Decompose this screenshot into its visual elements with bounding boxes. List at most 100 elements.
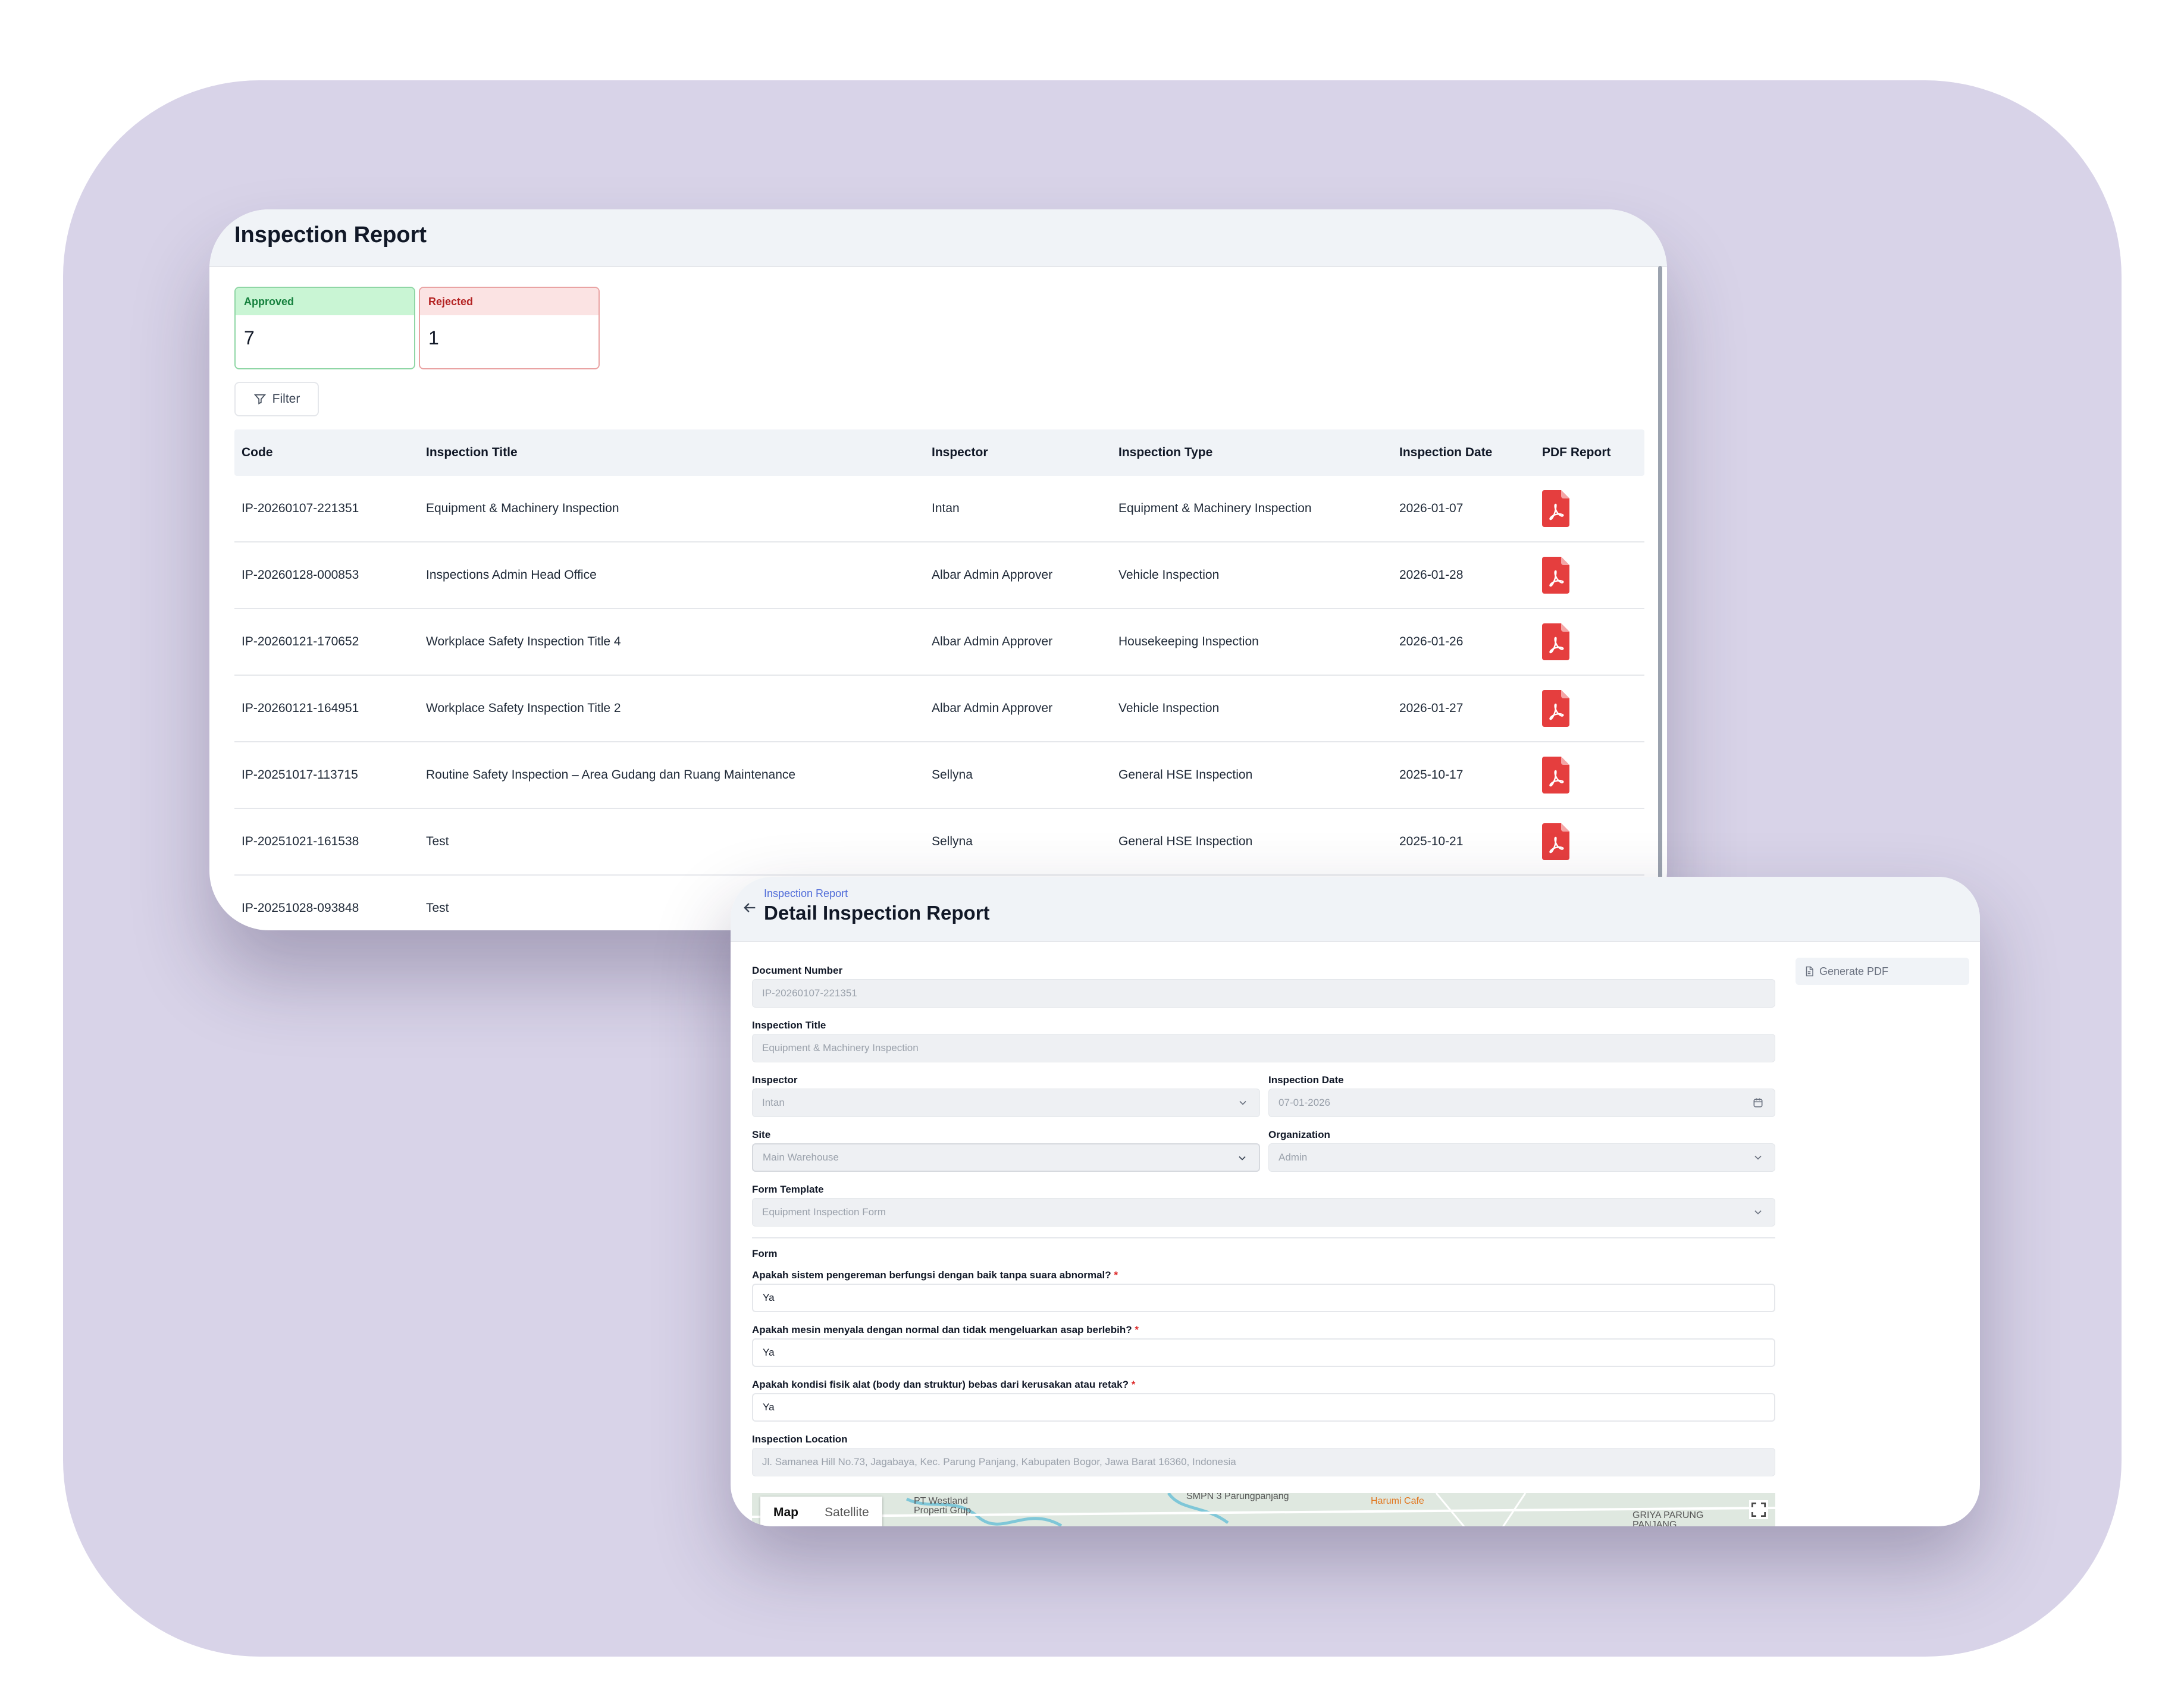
inspection-date-field[interactable]: 07-01-2026 [1268,1089,1775,1117]
column-header-code[interactable]: Code [242,429,273,476]
map-tab-satellite[interactable]: Satellite [811,1497,882,1526]
map-tab-map[interactable]: Map [760,1497,811,1526]
cell-inspection-type: General HSE Inspection [1118,835,1253,848]
cell-code: IP-20251021-161538 [242,835,359,848]
fullscreen-button[interactable] [1749,1500,1768,1519]
site-select[interactable]: Main Warehouse [752,1143,1260,1172]
cell-inspection-date: 2025-10-21 [1399,835,1464,848]
inspection-location-field[interactable]: Jl. Samanea Hill No.73, Jagabaya, Kec. P… [752,1448,1775,1476]
pdf-file-icon[interactable] [1542,557,1569,594]
form-section-title: Form [752,1248,778,1259]
question-1-answer[interactable]: Ya [752,1284,1775,1312]
breadcrumb[interactable]: Inspection Report [764,887,848,900]
cell-inspection-title: Inspections Admin Head Office [426,568,597,582]
generate-pdf-label: Generate PDF [1819,965,1889,977]
document-number-label: Document Number [752,965,843,976]
inspector-value: Intan [762,1097,785,1108]
pdf-file-icon[interactable] [1542,823,1569,860]
pdf-file-icon[interactable] [1542,490,1569,527]
page-header: Inspection Report [209,209,1667,267]
cell-inspection-date: 2026-01-28 [1399,568,1464,582]
table-row[interactable]: IP-20260121-164951 Workplace Safety Inspe… [234,676,1644,742]
inspector-select[interactable]: Intan [752,1089,1260,1117]
pdf-file-icon[interactable] [1542,757,1569,794]
form-template-label: Form Template [752,1184,824,1195]
site-label: Site [752,1129,771,1140]
cell-pdf-report [1542,809,1569,874]
cell-pdf-report [1542,742,1569,808]
calendar-icon[interactable] [1752,1097,1764,1109]
section-divider [752,1237,1775,1238]
page-title: Inspection Report [234,222,427,247]
chevron-down-icon [1754,1155,1762,1160]
organization-select[interactable]: Admin [1268,1143,1775,1172]
column-header-pdf-report: PDF Report [1542,446,1611,459]
question-3-text: Apakah kondisi fisik alat (body dan stru… [752,1379,1129,1390]
fullscreen-icon [1751,1503,1766,1517]
question-3-answer[interactable]: Ya [752,1393,1775,1422]
cell-inspection-type: General HSE Inspection [1118,768,1253,782]
inspection-date-value: 07-01-2026 [1279,1097,1330,1108]
cell-code: IP-20260107-221351 [242,501,359,515]
question-3-label: Apakah kondisi fisik alat (body dan stru… [752,1379,1135,1391]
table-row[interactable]: IP-20251021-161538 Test Sellyna General HSE… [234,809,1644,876]
table-row[interactable]: IP-20260121-170652 Workplace Safety Inspe… [234,609,1644,676]
column-header-inspection-date[interactable]: Inspection Date [1399,429,1492,476]
column-header-inspector[interactable]: Inspector [932,429,988,476]
required-mark: * [1114,1269,1118,1281]
cell-inspection-type: Vehicle Inspection [1118,568,1220,582]
cell-code: IP-20251017-113715 [242,768,358,782]
table-row[interactable]: IP-20260128-000853 Inspections Admin Head… [234,542,1644,609]
question-1-text: Apakah sistem pengereman berfungsi denga… [752,1269,1111,1281]
table-body: IP-20260107-221351 Equipment & Machinery … [234,476,1644,930]
cell-inspection-title: Equipment & Machinery Inspection [426,501,619,515]
cell-inspection-type: Housekeeping Inspection [1118,635,1259,648]
cell-code: IP-20251028-093848 [242,901,359,915]
cell-pdf-report [1542,676,1569,741]
filter-label: Filter [272,392,300,406]
cell-pdf-report [1542,476,1569,541]
filter-button[interactable]: Filter [234,382,319,416]
inspection-location-label: Inspection Location [752,1434,848,1445]
chevron-down-icon [1239,1156,1246,1161]
cell-inspection-type: Equipment & Machinery Inspection [1118,501,1312,515]
column-header-inspection-title[interactable]: Inspection Title [426,429,518,476]
rejected-count: 1 [428,327,439,349]
cell-inspection-type: Vehicle Inspection [1118,701,1220,715]
detail-header: Inspection Report Detail Inspection Repo… [731,877,1980,942]
table-row[interactable]: IP-20260107-221351 Equipment & Machinery … [234,476,1644,542]
generate-pdf-button[interactable]: Generate PDF [1796,958,1969,985]
table-row[interactable]: IP-20251017-113715 Routine Safety Inspect… [234,742,1644,809]
column-header-inspection-type[interactable]: Inspection Type [1118,429,1212,476]
rejected-label: Rejected [420,288,599,315]
cell-pdf-report [1542,609,1569,675]
required-mark: * [1135,1324,1139,1335]
pdf-file-icon[interactable] [1542,623,1569,660]
site-value: Main Warehouse [763,1152,839,1163]
map-place-label: PT Westland Properti Grup [914,1496,972,1516]
question-2-answer[interactable]: Ya [752,1338,1775,1367]
cell-inspection-title: Workplace Safety Inspection Title 2 [426,701,621,715]
rejected-stat-card[interactable]: Rejected 1 [419,287,600,369]
organization-label: Organization [1268,1129,1330,1140]
pdf-file-icon[interactable] [1542,690,1569,727]
location-map[interactable]: Map Satellite PT Westland Properti Grup … [752,1493,1775,1526]
cell-inspection-title: Workplace Safety Inspection Title 4 [426,635,621,648]
scrollbar[interactable] [1658,266,1662,930]
cell-code: IP-20260128-000853 [242,568,359,582]
map-place-label: GRIYA PARUNG PANJANG [1632,1510,1704,1527]
document-number-field[interactable]: IP-20260107-221351 [752,979,1775,1008]
back-arrow-icon[interactable] [741,899,758,916]
question-1-label: Apakah sistem pengereman berfungsi denga… [752,1269,1118,1281]
approved-count: 7 [244,327,255,349]
inspection-title-field[interactable]: Equipment & Machinery Inspection [752,1034,1775,1062]
chevron-down-icon [1754,1210,1762,1215]
filter-icon [253,394,266,404]
form-template-select[interactable]: Equipment Inspection Form [752,1198,1775,1227]
organization-value: Admin [1279,1152,1308,1163]
cell-inspection-date: 2025-10-17 [1399,768,1464,782]
approved-stat-card[interactable]: Approved 7 [234,287,415,369]
cell-inspector: Albar Admin Approver [932,568,1053,582]
cell-inspector: Albar Admin Approver [932,635,1053,648]
table-header: Code Inspection Title Inspector Inspecti… [234,429,1644,476]
